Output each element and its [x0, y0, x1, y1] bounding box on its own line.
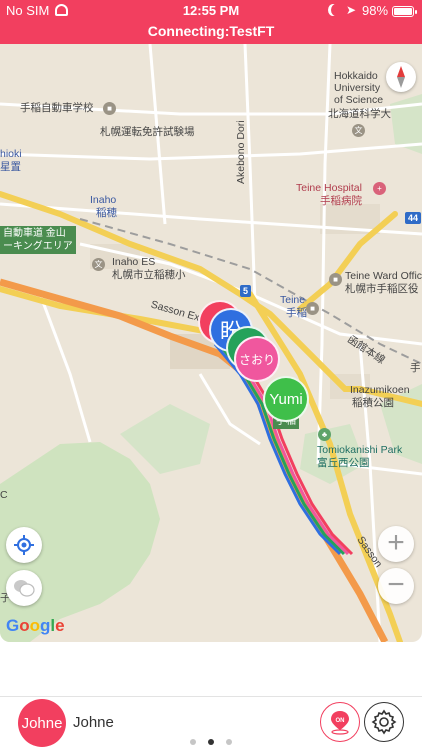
username-label: Johne [73, 714, 114, 731]
battery-icon [392, 6, 417, 17]
map-label-left-c: C [0, 489, 8, 501]
station-poi-icon: ■ [306, 302, 319, 315]
on-toggle-button[interactable]: ON [320, 702, 360, 742]
chat-button[interactable] [6, 570, 42, 606]
page-dot[interactable] [190, 739, 196, 745]
map-label-akebono: Akebono Dori [235, 120, 247, 184]
my-location-button[interactable] [6, 527, 42, 563]
map-label-hokkaido-univ: Hokkaido University of Science [334, 70, 384, 107]
moon-icon [331, 4, 341, 16]
map-view[interactable]: 手稲自動車学校 ■ 札幌運転免許試験場 Hokkaido University … [0, 44, 422, 642]
on-pin-icon: ON [330, 710, 349, 735]
chat-bubbles-icon [14, 580, 35, 597]
battery-percent: 98% [362, 3, 389, 18]
page-dot[interactable] [226, 739, 232, 745]
status-bar: No SIM 12:55 PM ➤ 98% Connecting:TestFT [0, 0, 422, 44]
connection-status: Connecting:TestFT [147, 23, 275, 39]
google-logo-o2: o [29, 616, 41, 635]
map-label-tomioka-jp: 富丘西公園 [317, 457, 370, 469]
crosshair-icon [14, 535, 34, 555]
route-44-shield: 44 [405, 212, 422, 224]
on-label: ON [335, 718, 344, 724]
gear-icon [371, 709, 397, 735]
map-label-teine-hospital-jp: 手稲病院 [320, 195, 362, 207]
location-arrow-icon: ➤ [346, 3, 357, 17]
map-label-inaho-es-jp: 札幌市立稲穂小 [112, 269, 186, 281]
settings-button[interactable] [364, 702, 404, 742]
map-label-inazumikoen-jp: 稲積公園 [352, 397, 394, 409]
map-label-hokkaido-univ-jp: 北海道科学大 [328, 108, 391, 120]
google-logo-o1: o [19, 616, 30, 635]
clock: 12:55 PM [182, 3, 240, 18]
map-label-inaho-jp: 稲穂 [96, 207, 117, 219]
google-logo: Google [6, 616, 65, 636]
ward-office-poi-icon: ■ [329, 273, 342, 286]
school-poi-icon: ■ [103, 102, 116, 115]
map-label-test-center: 札幌運転免許試験場 [100, 126, 195, 138]
page-indicator [0, 739, 422, 747]
park-poi-icon: ♣ [318, 428, 331, 441]
zoom-in-button[interactable]: + [378, 526, 414, 562]
google-logo-g: G [6, 616, 20, 635]
map-label-ward-office: Teine Ward Offic [345, 270, 422, 282]
map-label-teine-jp: 手稲 [286, 307, 307, 319]
user-marker-yumi-label: Yumi [269, 390, 303, 408]
map-label-inaho-es: Inaho ES [112, 256, 156, 268]
compass-button[interactable] [386, 62, 416, 92]
hospital-poi-icon: + [373, 182, 386, 195]
map-label-inazumikoen: Inazumikoen [350, 384, 410, 396]
user-marker-saori[interactable]: さおり [234, 336, 280, 382]
page-dot-active[interactable] [208, 739, 214, 745]
bottom-bar: Johne Johne ON [0, 696, 422, 750]
map-label-hoshioki-jp: 星置 [0, 161, 21, 173]
map-label-ward-office-jp: 札幌市手稲区役 [345, 283, 419, 295]
google-logo-g2: g [40, 616, 51, 635]
zoom-out-button[interactable]: − [378, 568, 414, 604]
google-logo-e: e [55, 616, 65, 635]
map-label-school: 手稲自動車学校 [20, 102, 94, 114]
map-label-hoshioki: hioki [0, 148, 22, 160]
map-label-teine-hospital: Teine Hospital [296, 182, 362, 194]
school-es-poi-icon: 文 [92, 258, 105, 271]
route-5-shield: 5 [240, 285, 252, 297]
university-poi-icon: 文 [352, 124, 365, 137]
map-label-inaho: Inaho [90, 194, 117, 206]
parking-area-sign: 自動車道 金山 ーキングエリア [0, 226, 76, 254]
map-label-te: 手 [410, 362, 421, 374]
map-label-tomioka: Tomiokanishi Park [317, 444, 403, 456]
user-marker-yumi[interactable]: Yumi [263, 376, 309, 422]
user-marker-saori-label: さおり [238, 352, 275, 367]
map-label-teine: Teine [280, 294, 306, 306]
compass-icon [397, 66, 405, 88]
